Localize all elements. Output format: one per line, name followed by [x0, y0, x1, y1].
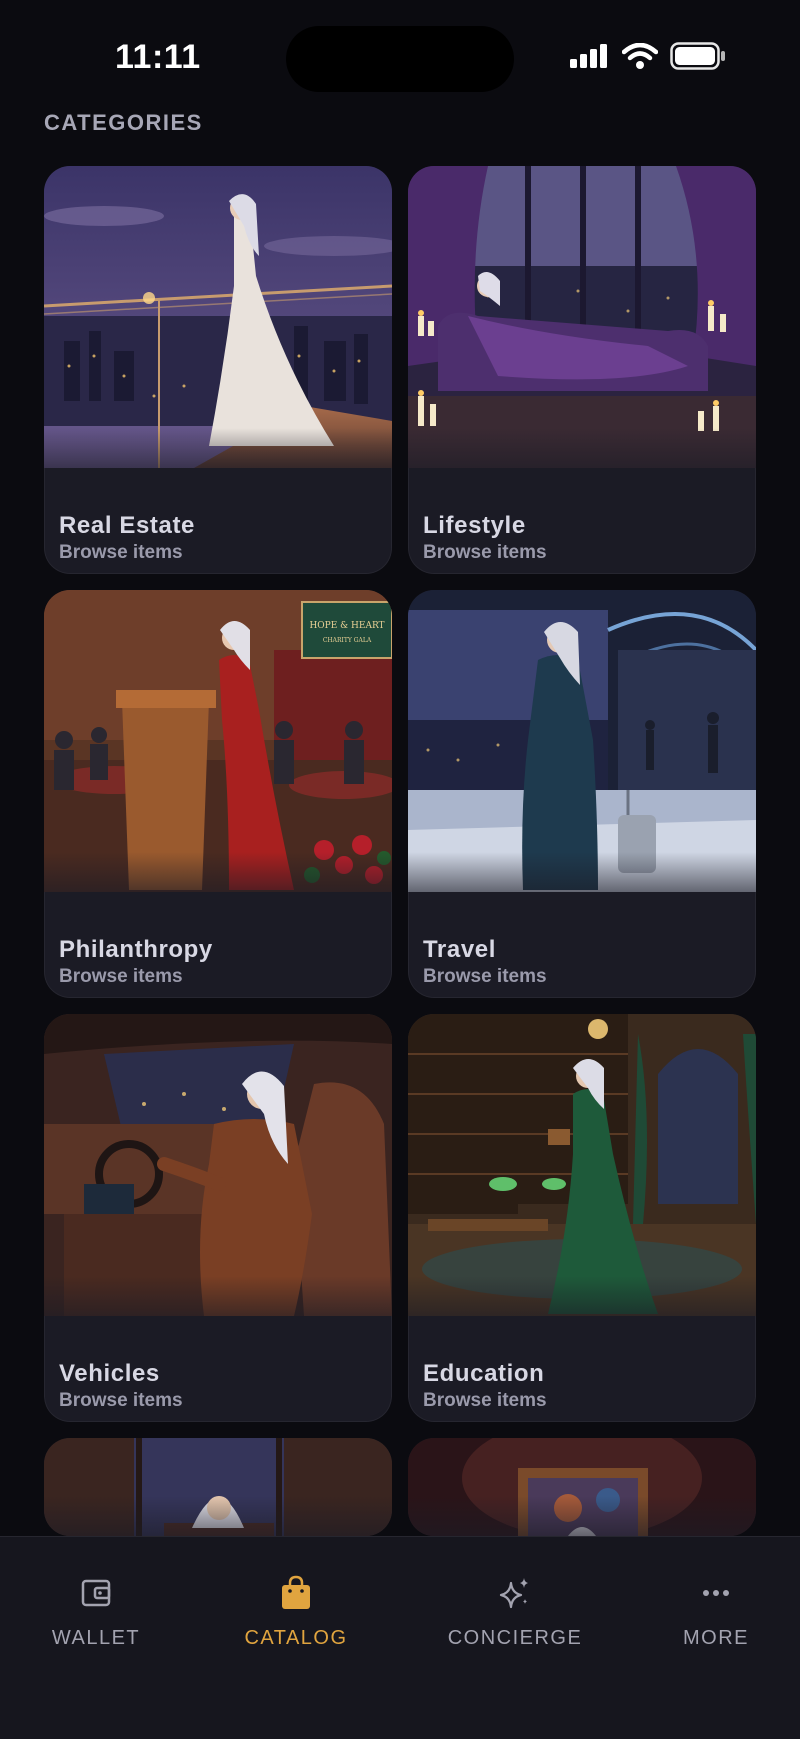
category-name: Lifestyle [423, 512, 526, 539]
category-card-real-estate[interactable]: Real Estate Browse items [44, 166, 392, 574]
more-dots-icon [631, 1573, 800, 1613]
status-bar: 11:11 [0, 0, 800, 110]
lifestyle-illustration [408, 166, 756, 468]
status-icons [570, 42, 726, 75]
gala-sign-text: HOPE & HEART [309, 621, 384, 631]
category-card-partial-1[interactable] [44, 1438, 392, 1536]
category-card-travel[interactable]: Travel Browse items [408, 590, 756, 998]
category-subtitle: Browse items [59, 542, 183, 563]
category-subtitle: Browse items [423, 1390, 547, 1411]
category-subtitle: Browse items [59, 1390, 183, 1411]
tab-label: MORE [683, 1627, 749, 1649]
real-estate-illustration [44, 166, 392, 468]
battery-icon [670, 42, 726, 75]
wallet-icon [11, 1573, 181, 1613]
category-card-philanthropy[interactable]: HOPE & HEART CHARITY GALA Philanthropy B… [44, 590, 392, 998]
category-name: Travel [423, 936, 496, 963]
tab-concierge[interactable]: CONCIERGE [430, 1573, 600, 1650]
wifi-icon [621, 42, 659, 74]
category-subtitle: Browse items [423, 542, 547, 563]
cellular-signal-icon [570, 44, 610, 73]
category-name: Education [423, 1360, 545, 1387]
sparkles-icon [430, 1573, 600, 1613]
shopping-bag-icon [211, 1573, 381, 1613]
partial-illustration-2 [408, 1438, 756, 1536]
philanthropy-illustration: HOPE & HEART CHARITY GALA [44, 590, 392, 892]
category-card-partial-2[interactable] [408, 1438, 756, 1536]
vehicles-illustration [44, 1014, 392, 1316]
tab-catalog[interactable]: CATALOG [211, 1573, 381, 1650]
tab-label: WALLET [51, 1627, 141, 1649]
section-title: CATEGORIES [44, 110, 203, 135]
tab-wallet[interactable]: WALLET [11, 1573, 181, 1650]
category-name: Vehicles [59, 1360, 160, 1387]
gala-sign-subtext: CHARITY GALA [323, 637, 372, 644]
dynamic-island [286, 26, 514, 92]
category-subtitle: Browse items [59, 966, 183, 987]
category-subtitle: Browse items [423, 966, 547, 987]
category-card-lifestyle[interactable]: Lifestyle Browse items [408, 166, 756, 574]
category-name: Real Estate [59, 512, 195, 539]
category-card-vehicles[interactable]: Vehicles Browse items [44, 1014, 392, 1422]
partial-illustration-1 [44, 1438, 392, 1536]
tab-more[interactable]: MORE [631, 1573, 800, 1650]
category-name: Philanthropy [59, 936, 213, 963]
category-card-education[interactable]: Education Browse items [408, 1014, 756, 1422]
status-time: 11:11 [115, 38, 201, 76]
tab-label: CONCIERGE [447, 1627, 583, 1649]
bottom-tab-bar: WALLET CATALOG CONCIERGE MORE [0, 1536, 800, 1739]
education-illustration [408, 1014, 756, 1316]
tab-label: CATALOG [244, 1627, 348, 1649]
travel-illustration [408, 590, 756, 892]
